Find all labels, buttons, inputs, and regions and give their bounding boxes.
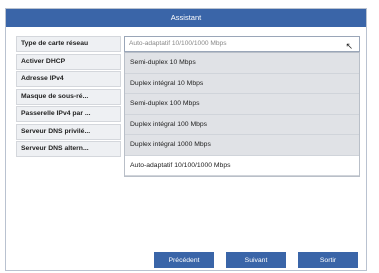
dialog-footer: Précédent Suivant Sortir [6, 250, 366, 270]
gateway-label: Passerelle IPv4 par ... [16, 106, 121, 122]
dropdown-option[interactable]: Semi-duplex 100 Mbps [125, 94, 359, 115]
dropdown-option[interactable]: Semi-duplex 10 Mbps [125, 53, 359, 74]
mouse-cursor-icon: ↖ [345, 41, 353, 51]
dropdown-option-selected[interactable]: Auto-adaptatif 10/100/1000 Mbps [125, 155, 359, 176]
exit-button[interactable]: Sortir [298, 252, 358, 268]
alternate-dns-label: Serveur DNS altern... [16, 141, 121, 157]
previous-button[interactable]: Précédent [154, 252, 214, 268]
assistant-dialog: Assistant Type de carte réseau Auto-adap… [5, 8, 367, 271]
dropdown-option[interactable]: Duplex intégral 100 Mbps [125, 115, 359, 135]
dropdown-option[interactable]: Duplex intégral 10 Mbps [125, 74, 359, 94]
nic-type-dropdown-list: Semi-duplex 10 Mbps Duplex intégral 10 M… [124, 52, 360, 177]
ipv4-address-label: Adresse IPv4 [16, 71, 121, 87]
dropdown-option[interactable]: Duplex intégral 1000 Mbps [125, 135, 359, 156]
next-button[interactable]: Suivant [226, 252, 286, 268]
subnet-mask-label: Masque de sous-ré... [16, 88, 121, 105]
row-nic-type: Type de carte réseau Auto-adaptatif 10/1… [16, 36, 360, 52]
nic-type-select[interactable]: Auto-adaptatif 10/100/1000 Mbps ↖ [124, 36, 360, 52]
nic-type-label: Type de carte réseau [16, 36, 121, 52]
preferred-dns-label: Serveur DNS privilé... [16, 123, 121, 140]
nic-type-value: Auto-adaptatif 10/100/1000 Mbps [129, 40, 227, 47]
dhcp-label: Activer DHCP [16, 53, 121, 70]
dialog-title: Assistant [6, 9, 366, 27]
